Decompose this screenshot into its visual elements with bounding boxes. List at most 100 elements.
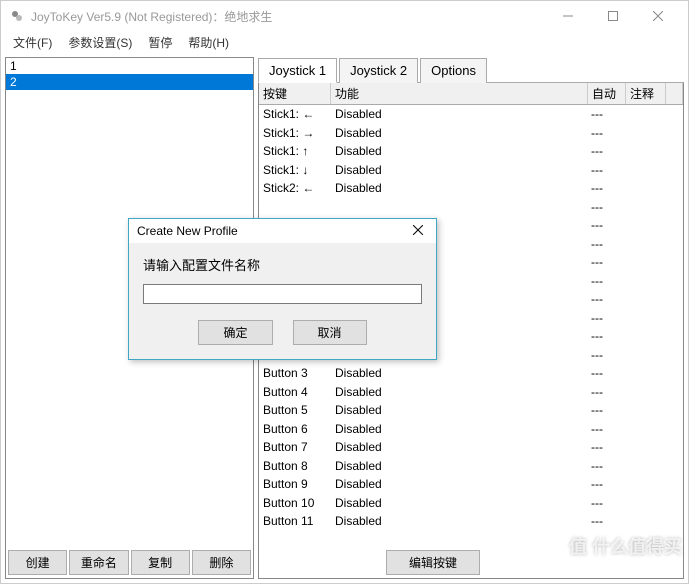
profile-item[interactable]: 1 xyxy=(6,58,253,74)
table-row[interactable]: Stick1: ↑Disabled--- xyxy=(259,142,683,161)
cell-auto: --- xyxy=(591,329,629,343)
window-title: JoyToKey Ver5.9 (Not Registered)：绝地求生 xyxy=(31,8,545,25)
cell-key: Button 9 xyxy=(263,477,335,491)
cell-key: Stick2: ← xyxy=(263,181,335,195)
table-row[interactable]: Stick1: ←Disabled--- xyxy=(259,105,683,124)
cell-auto: --- xyxy=(591,163,629,177)
cell-auto: --- xyxy=(591,218,629,232)
cell-key: Button 5 xyxy=(263,403,335,417)
cell-auto: --- xyxy=(591,366,629,380)
cell-func: Disabled xyxy=(335,403,591,417)
cell-func: Disabled xyxy=(335,459,591,473)
copy-button[interactable]: 复制 xyxy=(131,550,190,575)
col-key[interactable]: 按键 xyxy=(259,83,331,104)
cell-key: Stick1: ↓ xyxy=(263,163,335,177)
table-row[interactable]: Stick1: ↓Disabled--- xyxy=(259,161,683,180)
cell-auto: --- xyxy=(591,496,629,510)
cell-auto: --- xyxy=(591,514,629,528)
cell-auto: --- xyxy=(591,255,629,269)
cell-func: Disabled xyxy=(335,385,591,399)
cell-func: Disabled xyxy=(335,144,591,158)
rename-button[interactable]: 重命名 xyxy=(69,550,128,575)
cell-auto: --- xyxy=(591,274,629,288)
cell-key: Stick1: → xyxy=(263,126,335,140)
tab[interactable]: Joystick 2 xyxy=(339,58,418,83)
cell-auto: --- xyxy=(591,459,629,473)
cell-key: Button 10 xyxy=(263,496,335,510)
cancel-button[interactable]: 取消 xyxy=(293,320,367,345)
tab[interactable]: Joystick 1 xyxy=(258,58,337,83)
table-row[interactable]: Button 9Disabled--- xyxy=(259,475,683,494)
titlebar: JoyToKey Ver5.9 (Not Registered)：绝地求生 xyxy=(1,1,688,31)
cell-auto: --- xyxy=(591,403,629,417)
table-row[interactable]: Stick1: →Disabled--- xyxy=(259,124,683,143)
cell-key: Button 4 xyxy=(263,385,335,399)
app-icon xyxy=(9,8,25,24)
cell-key: Stick1: ← xyxy=(263,107,335,121)
profile-item[interactable]: 2 xyxy=(6,74,253,90)
menu-help[interactable]: 帮助(H) xyxy=(180,32,237,53)
profile-name-input[interactable] xyxy=(143,284,422,304)
menubar: 文件(F) 参数设置(S) 暂停 帮助(H) xyxy=(1,31,688,53)
tab-strip: Joystick 1Joystick 2Options xyxy=(258,57,684,83)
table-row[interactable]: Button 11Disabled--- xyxy=(259,512,683,531)
table-row[interactable]: --- xyxy=(259,198,683,217)
cell-func: Disabled xyxy=(335,496,591,510)
cell-key: Button 8 xyxy=(263,459,335,473)
col-note[interactable]: 注释 xyxy=(626,83,666,104)
delete-button[interactable]: 删除 xyxy=(192,550,251,575)
cell-auto: --- xyxy=(591,292,629,306)
edit-key-button[interactable]: 编辑按键 xyxy=(386,550,480,575)
cell-auto: --- xyxy=(591,385,629,399)
cell-key: Button 3 xyxy=(263,366,335,380)
maximize-button[interactable] xyxy=(590,2,635,31)
col-auto[interactable]: 自动 xyxy=(588,83,626,104)
tab[interactable]: Options xyxy=(420,58,487,83)
cell-func: Disabled xyxy=(335,477,591,491)
cell-auto: --- xyxy=(591,422,629,436)
cell-auto: --- xyxy=(591,237,629,251)
menu-settings[interactable]: 参数设置(S) xyxy=(60,32,140,53)
cell-func: Disabled xyxy=(335,366,591,380)
grid-header: 按键 功能 自动 注释 xyxy=(259,83,683,105)
table-row[interactable]: Button 6Disabled--- xyxy=(259,420,683,439)
cell-auto: --- xyxy=(591,107,629,121)
cell-auto: --- xyxy=(591,348,629,362)
table-row[interactable]: Button 3Disabled--- xyxy=(259,364,683,383)
dialog-title: Create New Profile xyxy=(137,224,238,238)
menu-file[interactable]: 文件(F) xyxy=(5,32,60,53)
menu-pause[interactable]: 暂停 xyxy=(140,32,180,53)
table-row[interactable]: Button 4Disabled--- xyxy=(259,383,683,402)
table-row[interactable]: Stick2: ←Disabled--- xyxy=(259,179,683,198)
cell-auto: --- xyxy=(591,126,629,140)
table-row[interactable]: Button 5Disabled--- xyxy=(259,401,683,420)
cell-auto: --- xyxy=(591,477,629,491)
minimize-button[interactable] xyxy=(545,2,590,31)
cell-key: Button 6 xyxy=(263,422,335,436)
cell-auto: --- xyxy=(591,144,629,158)
create-profile-dialog: Create New Profile 请输入配置文件名称 确定 取消 xyxy=(128,218,437,360)
col-func[interactable]: 功能 xyxy=(331,83,588,104)
cell-func: Disabled xyxy=(335,181,591,195)
table-row[interactable]: Button 8Disabled--- xyxy=(259,457,683,476)
cell-func: Disabled xyxy=(335,422,591,436)
cell-func: Disabled xyxy=(335,126,591,140)
cell-func: Disabled xyxy=(335,107,591,121)
cell-auto: --- xyxy=(591,311,629,325)
table-row[interactable]: Button 7Disabled--- xyxy=(259,438,683,457)
cell-func: Disabled xyxy=(335,514,591,528)
ok-button[interactable]: 确定 xyxy=(198,320,272,345)
cell-key: Button 7 xyxy=(263,440,335,454)
dialog-titlebar: Create New Profile xyxy=(129,219,436,243)
cell-auto: --- xyxy=(591,200,629,214)
dialog-prompt: 请输入配置文件名称 xyxy=(143,255,422,274)
dialog-close-button[interactable] xyxy=(408,224,428,238)
cell-func: Disabled xyxy=(335,440,591,454)
cell-key: Button 11 xyxy=(263,514,335,528)
create-button[interactable]: 创建 xyxy=(8,550,67,575)
table-row[interactable]: Button 10Disabled--- xyxy=(259,494,683,513)
cell-key: Stick1: ↑ xyxy=(263,144,335,158)
close-button[interactable] xyxy=(635,2,680,31)
cell-auto: --- xyxy=(591,181,629,195)
cell-func: Disabled xyxy=(335,163,591,177)
